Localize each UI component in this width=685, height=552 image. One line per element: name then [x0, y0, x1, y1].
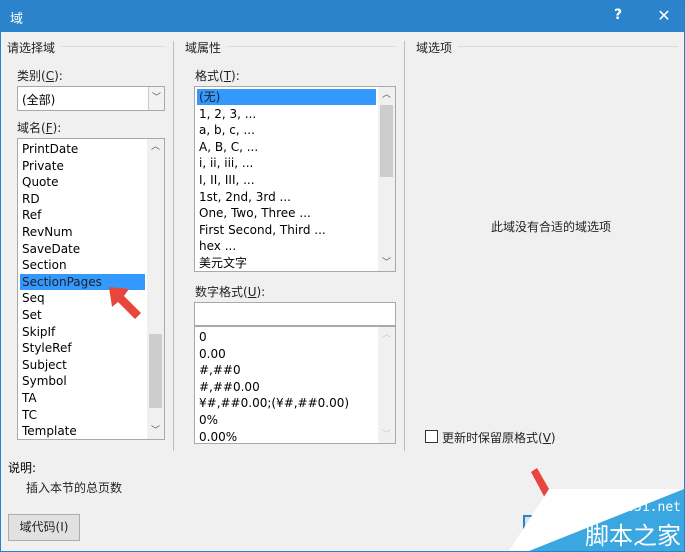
list-item[interactable]: First Second, Third ...	[197, 222, 376, 238]
number-format-list[interactable]: 0.00% 0% ¥#,##0.00;(¥#,##0.00) #,##0.00 #,##…	[194, 326, 396, 444]
format-list[interactable]: 美元文字 hex ... First Second, Third ... One, T…	[194, 86, 396, 272]
number-format-input[interactable]	[194, 302, 396, 326]
field-codes-button[interactable]: 域代码(I)	[8, 514, 80, 541]
description-text: 插入本节的总页数	[26, 481, 123, 495]
list-item[interactable]: Ref	[20, 207, 145, 223]
scroll-down-icon[interactable]: ﹀	[378, 427, 395, 443]
field-properties-group-title: 域属性	[185, 39, 228, 56]
scroll-up-icon[interactable]: ︿	[378, 327, 395, 343]
separator	[173, 41, 174, 451]
list-item[interactable]: hex ...	[197, 238, 376, 254]
list-item[interactable]: Template	[20, 423, 145, 439]
category-label: 类别(C):	[17, 69, 63, 83]
list-item[interactable]: TC	[20, 407, 145, 423]
list-item[interactable]: Symbol	[20, 373, 145, 389]
list-item[interactable]: (无)	[197, 89, 376, 105]
scrollbar-thumb[interactable]	[380, 105, 393, 177]
format-list-scrollbar[interactable]: ︿ ﹀	[378, 87, 395, 271]
list-item[interactable]: Section	[20, 257, 145, 273]
watermark-name: 脚本之家	[585, 522, 681, 550]
preserve-format-checkbox[interactable]	[425, 430, 438, 443]
dialog-title: 域	[10, 12, 24, 27]
format-label: 格式(T):	[195, 69, 240, 83]
number-format-label: 数字格式(U):	[195, 285, 266, 299]
list-item[interactable]: Private	[20, 158, 145, 174]
field-options-group-title: 域选项	[416, 39, 459, 56]
preserve-format-label[interactable]: 更新时保留原格式(V)	[442, 429, 556, 446]
group-line	[458, 46, 678, 47]
list-item[interactable]: Subject	[20, 357, 145, 373]
annotation-arrow-icon	[109, 287, 141, 319]
fieldname-label: 域名(F):	[17, 121, 62, 135]
select-field-group-title: 请选择域	[7, 39, 62, 56]
category-value: (全部)	[22, 93, 56, 107]
close-button[interactable]: ✕	[654, 6, 674, 26]
chevron-down-icon[interactable]: ﹀	[148, 87, 164, 110]
category-dropdown[interactable]: (全部) ﹀	[17, 86, 165, 111]
list-item[interactable]: Quote	[20, 174, 145, 190]
watermark-logo: jb51.net 脚本之家	[509, 489, 684, 551]
no-options-message: 此域没有合适的域选项	[491, 220, 612, 234]
list-item[interactable]: RevNum	[20, 224, 145, 240]
scroll-down-icon[interactable]: ﹀	[147, 423, 164, 439]
field-list-scrollbar[interactable]: ︿ ﹀	[147, 139, 164, 439]
scroll-down-icon[interactable]: ﹀	[378, 255, 395, 271]
list-item[interactable]: #,##0	[197, 362, 376, 378]
list-item[interactable]: A, B, C, ...	[197, 139, 376, 155]
title-bar: 域 ? ✕	[1, 1, 684, 32]
list-item[interactable]: ¥#,##0.00;(¥#,##0.00)	[197, 395, 376, 411]
separator	[404, 41, 405, 451]
list-item[interactable]: SkipIf	[20, 324, 145, 340]
scrollbar-thumb[interactable]	[149, 334, 162, 408]
list-item[interactable]: SaveDate	[20, 241, 145, 257]
group-line	[61, 46, 165, 47]
list-item[interactable]: One, Two, Three ...	[197, 205, 376, 221]
list-item[interactable]: 0.00	[197, 346, 376, 362]
list-item[interactable]: I, II, III, ...	[197, 172, 376, 188]
list-item[interactable]: TA	[20, 390, 145, 406]
help-button[interactable]: ?	[608, 7, 628, 27]
list-item[interactable]: 1, 2, 3, ...	[197, 106, 376, 122]
list-item[interactable]: StyleRef	[20, 340, 145, 356]
list-item[interactable]: 0.00%	[197, 429, 376, 443]
number-list-scrollbar[interactable]: ︿ ﹀	[378, 327, 395, 443]
list-item[interactable]: RD	[20, 191, 145, 207]
group-line	[226, 46, 396, 47]
list-item[interactable]: PrintDate	[20, 141, 145, 157]
list-item[interactable]: 0%	[197, 412, 376, 428]
watermark-site: jb51.net	[618, 500, 681, 515]
list-item[interactable]: 0	[197, 329, 376, 345]
scroll-up-icon[interactable]: ︿	[147, 139, 164, 155]
field-dialog: 域 ? ✕ 请选择域 类别(C): (全部) ﹀ 域名(F): Template…	[0, 0, 685, 552]
list-item[interactable]: i, ii, iii, ...	[197, 155, 376, 171]
list-item[interactable]: a, b, c, ...	[197, 122, 376, 138]
list-item[interactable]: #,##0.00	[197, 379, 376, 395]
list-item[interactable]: 美元文字	[197, 255, 376, 271]
list-item[interactable]: 1st, 2nd, 3rd ...	[197, 189, 376, 205]
description-title: 说明:	[8, 461, 37, 475]
scroll-up-icon[interactable]: ︿	[378, 87, 395, 103]
